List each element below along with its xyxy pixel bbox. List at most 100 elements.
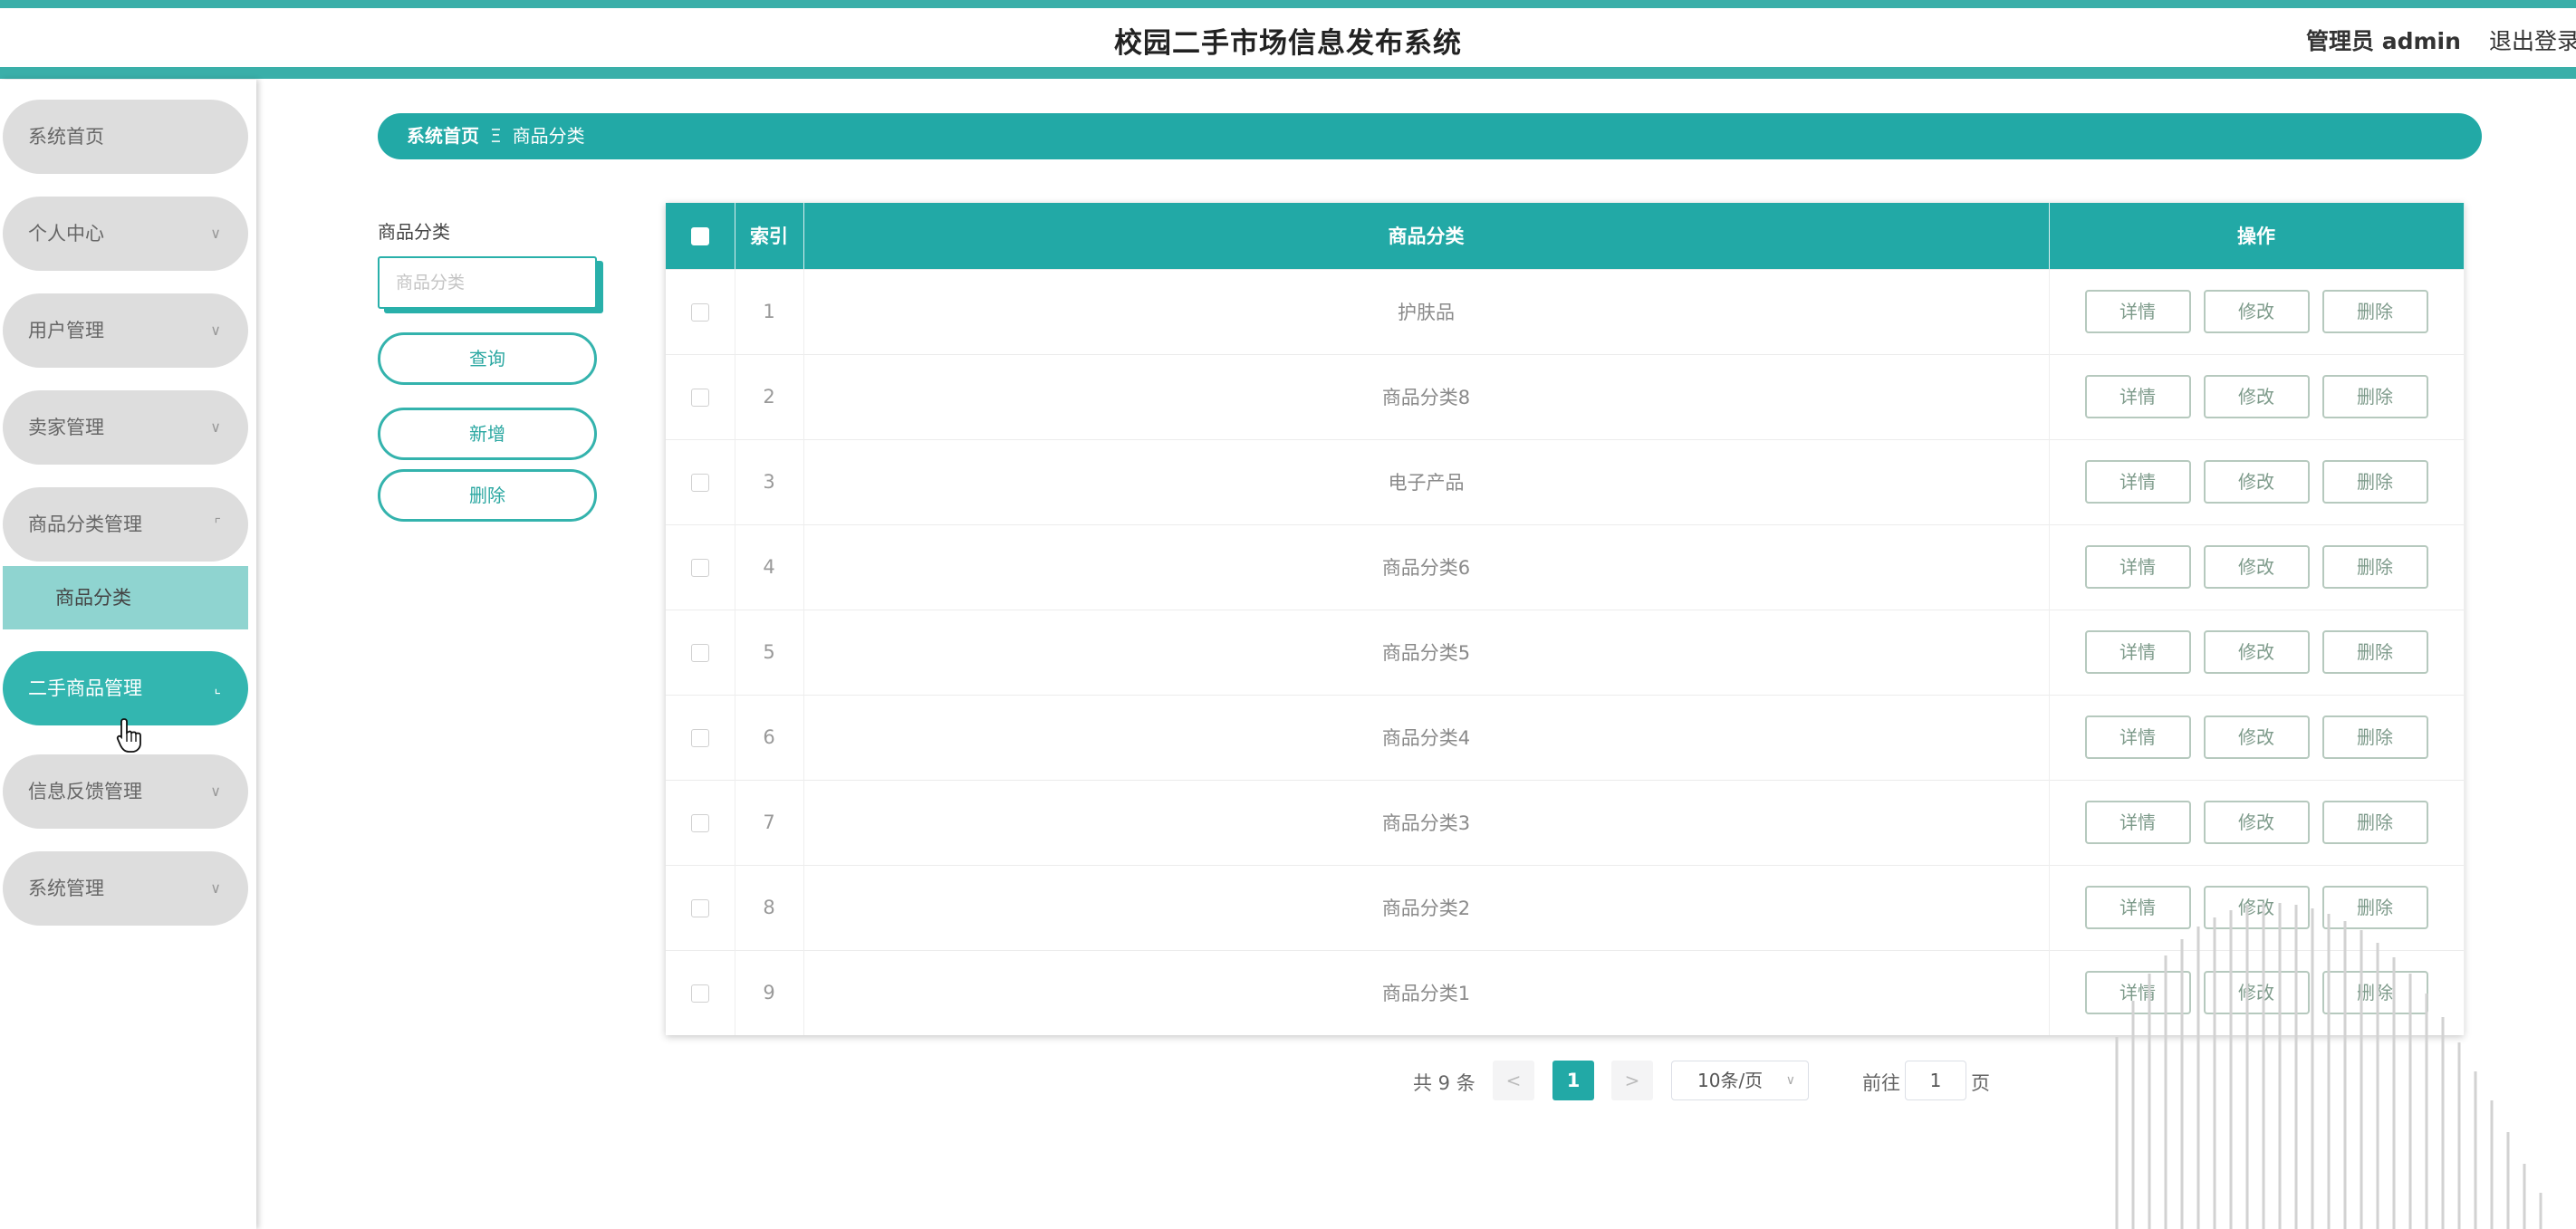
row-select-cell bbox=[666, 864, 735, 950]
edit-button[interactable]: 修改 bbox=[2203, 290, 2310, 333]
detail-button[interactable]: 详情 bbox=[2084, 460, 2191, 504]
header-top-stripe bbox=[0, 0, 2576, 8]
sidebar-item-personal-center[interactable]: 个人中心 ∨ bbox=[3, 197, 248, 271]
page-size-select[interactable]: 10条/页 ∨ bbox=[1671, 1061, 1809, 1100]
detail-button[interactable]: 详情 bbox=[2084, 375, 2191, 418]
chevron-icon: ⌞ bbox=[214, 679, 222, 696]
breadcrumb-current: 商品分类 bbox=[512, 125, 585, 147]
delete-button[interactable]: 删除 bbox=[2321, 715, 2428, 759]
row-index: 3 bbox=[735, 438, 804, 524]
detail-button[interactable]: 详情 bbox=[2084, 290, 2191, 333]
row-checkbox[interactable] bbox=[690, 559, 709, 577]
detail-button[interactable]: 详情 bbox=[2084, 801, 2191, 844]
sidebar-item-secondhand-goods[interactable]: 二手商品管理 ⌞ bbox=[3, 651, 248, 725]
top-bar: 校园二手市场信息发布系统 管理员 admin 退出登录 bbox=[0, 0, 2576, 80]
goto-page-input[interactable]: 1 bbox=[1905, 1061, 1966, 1100]
column-header-index: 索引 bbox=[735, 203, 804, 269]
row-checkbox[interactable] bbox=[690, 303, 709, 322]
sidebar-item-label: 信息反馈管理 bbox=[28, 781, 142, 802]
query-button[interactable]: 查询 bbox=[378, 332, 597, 385]
add-button[interactable]: 新增 bbox=[378, 408, 597, 460]
edit-button[interactable]: 修改 bbox=[2203, 801, 2310, 844]
detail-button[interactable]: 详情 bbox=[2084, 545, 2191, 589]
row-actions: 详情 修改 删除 bbox=[2049, 694, 2465, 780]
edit-button[interactable]: 修改 bbox=[2203, 630, 2310, 674]
page-size-value: 10条/页 bbox=[1697, 1070, 1764, 1091]
sidebar-item-home[interactable]: 系统首页 bbox=[3, 100, 248, 174]
row-checkbox[interactable] bbox=[690, 814, 709, 832]
next-page-button[interactable]: > bbox=[1611, 1061, 1653, 1100]
decorative-stripes bbox=[2115, 903, 2542, 1229]
row-category: 电子产品 bbox=[803, 438, 2050, 524]
breadcrumb-separator-icon: Ξ bbox=[490, 125, 502, 147]
row-checkbox[interactable] bbox=[690, 729, 709, 747]
category-search-input[interactable] bbox=[378, 256, 597, 309]
chevron-down-icon: ∨ bbox=[210, 879, 221, 897]
sidebar-item-label: 系统管理 bbox=[28, 878, 104, 899]
row-select-cell bbox=[666, 609, 735, 695]
batch-delete-button[interactable]: 删除 bbox=[378, 469, 597, 522]
sidebar-item-label: 个人中心 bbox=[28, 223, 104, 245]
sidebar-item-category-management[interactable]: 商品分类管理 ⌜ bbox=[3, 487, 248, 562]
delete-button[interactable]: 删除 bbox=[2321, 630, 2428, 674]
row-category: 商品分类6 bbox=[803, 523, 2050, 610]
delete-button[interactable]: 删除 bbox=[2321, 290, 2428, 333]
edit-button[interactable]: 修改 bbox=[2203, 460, 2310, 504]
row-category: 商品分类4 bbox=[803, 694, 2050, 780]
delete-button[interactable]: 删除 bbox=[2321, 545, 2428, 589]
row-index: 1 bbox=[735, 268, 804, 354]
row-select-cell bbox=[666, 779, 735, 865]
row-index: 9 bbox=[735, 949, 804, 1035]
row-actions: 详情 修改 删除 bbox=[2049, 438, 2465, 524]
column-header-category: 商品分类 bbox=[803, 203, 2050, 269]
row-actions: 详情 修改 删除 bbox=[2049, 523, 2465, 610]
row-checkbox[interactable] bbox=[690, 899, 709, 917]
row-index: 2 bbox=[735, 353, 804, 439]
row-checkbox[interactable] bbox=[690, 474, 709, 492]
prev-page-button[interactable]: < bbox=[1493, 1061, 1534, 1100]
goto-unit: 页 bbox=[1971, 1072, 1990, 1094]
chevron-down-icon: ∨ bbox=[210, 322, 221, 339]
row-checkbox[interactable] bbox=[690, 389, 709, 407]
detail-button[interactable]: 详情 bbox=[2084, 715, 2191, 759]
row-actions: 详情 修改 删除 bbox=[2049, 609, 2465, 695]
sidebar-item-system-management[interactable]: 系统管理 ∨ bbox=[3, 851, 248, 926]
delete-button[interactable]: 删除 bbox=[2321, 375, 2428, 418]
row-category: 商品分类5 bbox=[803, 609, 2050, 695]
chevron-down-icon: ∨ bbox=[210, 418, 221, 436]
breadcrumb-home[interactable]: 系统首页 bbox=[407, 125, 479, 147]
sidebar-item-seller-management[interactable]: 卖家管理 ∨ bbox=[3, 390, 248, 465]
row-category: 商品分类1 bbox=[803, 949, 2050, 1035]
app-title: 校园二手市场信息发布系统 bbox=[1114, 27, 1462, 60]
row-actions: 详情 修改 删除 bbox=[2049, 779, 2465, 865]
row-checkbox[interactable] bbox=[690, 644, 709, 662]
row-checkbox[interactable] bbox=[690, 984, 709, 1003]
row-category: 商品分类8 bbox=[803, 353, 2050, 439]
table-row: 7 商品分类3 详情 修改 删除 bbox=[666, 779, 2465, 865]
chevron-down-icon: ∨ bbox=[1785, 1073, 1795, 1088]
sidebar-item-user-management[interactable]: 用户管理 ∨ bbox=[3, 293, 248, 368]
header-bottom-stripe bbox=[0, 67, 2576, 79]
row-select-cell bbox=[666, 268, 735, 354]
table-row: 4 商品分类6 详情 修改 删除 bbox=[666, 523, 2465, 610]
chevron-down-icon: ∨ bbox=[210, 783, 221, 800]
sidebar-subitem-category[interactable]: 商品分类 bbox=[3, 566, 248, 629]
edit-button[interactable]: 修改 bbox=[2203, 375, 2310, 418]
logout-link[interactable]: 退出登录 bbox=[2489, 24, 2576, 56]
sidebar-item-feedback-management[interactable]: 信息反馈管理 ∨ bbox=[3, 754, 248, 829]
hand-cursor-icon bbox=[116, 718, 141, 753]
row-select-cell bbox=[666, 438, 735, 524]
select-all-checkbox[interactable] bbox=[690, 227, 709, 246]
detail-button[interactable]: 详情 bbox=[2084, 630, 2191, 674]
delete-button[interactable]: 删除 bbox=[2321, 801, 2428, 844]
page-number-current[interactable]: 1 bbox=[1552, 1061, 1594, 1100]
sidebar-subitem-label: 商品分类 bbox=[55, 587, 131, 609]
delete-button[interactable]: 删除 bbox=[2321, 460, 2428, 504]
current-user: 管理员 admin bbox=[2306, 28, 2461, 54]
edit-button[interactable]: 修改 bbox=[2203, 545, 2310, 589]
row-index: 6 bbox=[735, 694, 804, 780]
row-category: 商品分类3 bbox=[803, 779, 2050, 865]
edit-button[interactable]: 修改 bbox=[2203, 715, 2310, 759]
chevron-down-icon: ∨ bbox=[210, 225, 221, 242]
sidebar-item-label: 系统首页 bbox=[28, 126, 104, 148]
